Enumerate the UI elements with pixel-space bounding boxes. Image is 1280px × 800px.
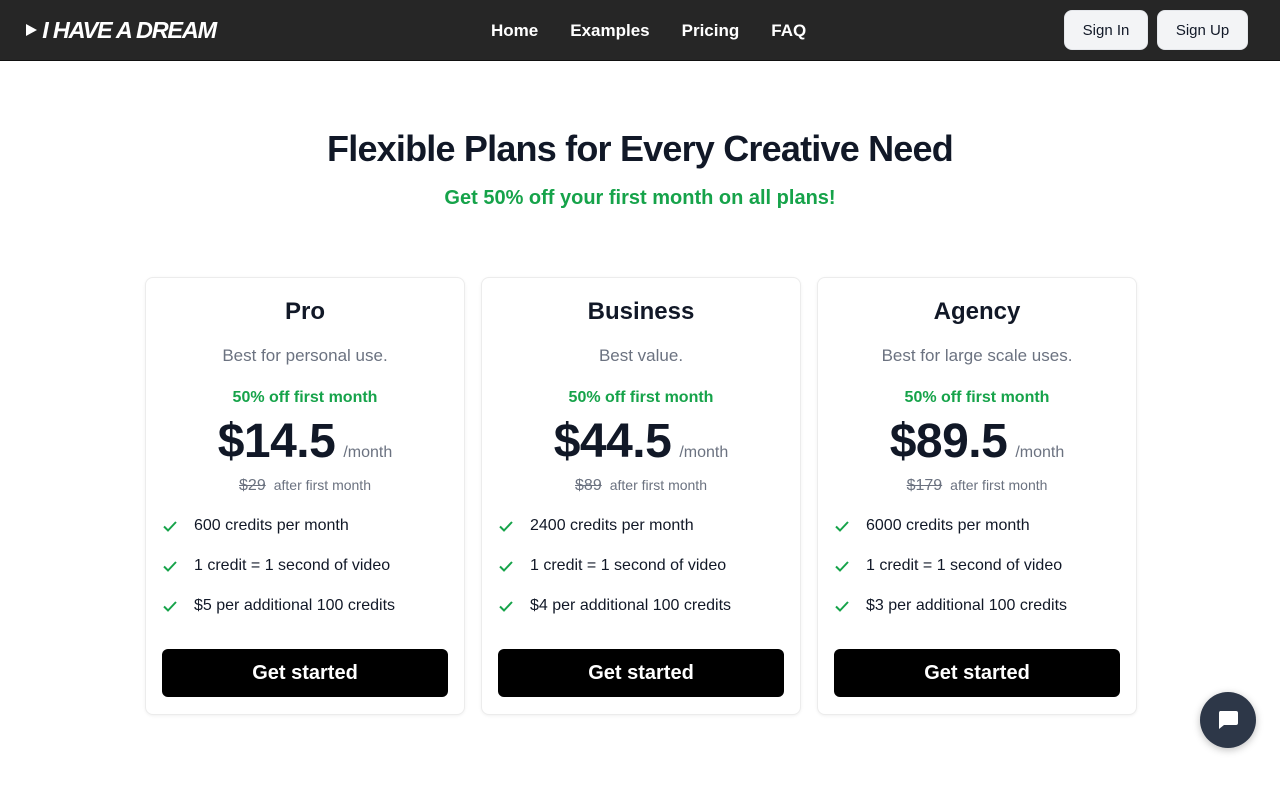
- feature-item: $4 per additional 100 credits: [498, 596, 731, 616]
- check-icon: [163, 601, 177, 612]
- plan-card-pro: Pro Best for personal use. 50% off first…: [145, 277, 465, 715]
- chat-launcher-button[interactable]: [1200, 692, 1256, 748]
- check-icon: [499, 561, 513, 572]
- plan-feature-list: 6000 credits per month 1 credit = 1 seco…: [834, 516, 1067, 636]
- plan-description: Best for large scale uses.: [881, 346, 1073, 365]
- check-icon: [499, 601, 513, 612]
- feature-item: 6000 credits per month: [834, 516, 1067, 536]
- plan-period: /month: [679, 444, 729, 461]
- plan-original-price-row: $179 after first month: [818, 477, 1136, 495]
- plan-price-row: $14.5 /month: [146, 414, 464, 469]
- plan-discount: 50% off first month: [904, 389, 1050, 406]
- check-icon: [499, 521, 513, 532]
- feature-item: 1 credit = 1 second of video: [162, 556, 395, 576]
- feature-text: $3 per additional 100 credits: [866, 597, 1068, 614]
- page-title: Flexible Plans for Every Creative Need: [327, 128, 954, 169]
- plan-period: /month: [1015, 444, 1065, 461]
- check-icon: [163, 561, 177, 572]
- nav-link-pricing[interactable]: Pricing: [682, 21, 740, 41]
- chat-bubble-icon: [1218, 711, 1238, 729]
- plan-original-price-row: $89 after first month: [482, 477, 800, 495]
- check-icon: [835, 521, 849, 532]
- check-icon: [835, 601, 849, 612]
- feature-text: 1 credit = 1 second of video: [866, 557, 1063, 574]
- feature-text: 600 credits per month: [194, 517, 349, 534]
- feature-item: 600 credits per month: [162, 516, 395, 536]
- feature-item: 2400 credits per month: [498, 516, 731, 536]
- plan-period: /month: [343, 444, 393, 461]
- feature-item: $5 per additional 100 credits: [162, 596, 395, 616]
- plan-price: $14.5: [217, 415, 336, 468]
- plan-original-price: $179: [906, 477, 943, 494]
- get-started-button-agency[interactable]: Get started: [834, 649, 1120, 697]
- nav-link-examples[interactable]: Examples: [570, 21, 649, 41]
- plan-description: Best for personal use.: [222, 346, 388, 365]
- sign-in-button[interactable]: Sign In: [1064, 10, 1148, 50]
- plan-name: Business: [587, 298, 695, 325]
- promo-subtitle: Get 50% off your first month on all plan…: [444, 187, 836, 209]
- main-nav: Home Examples Pricing FAQ: [491, 19, 806, 43]
- plan-name: Pro: [284, 298, 325, 325]
- logo[interactable]: I HAVE A DREAM: [26, 16, 217, 43]
- feature-text: $5 per additional 100 credits: [194, 597, 396, 614]
- top-navigation-bar: I HAVE A DREAM Home Examples Pricing FAQ…: [0, 0, 1280, 61]
- feature-item: 1 credit = 1 second of video: [834, 556, 1067, 576]
- plan-original-price: $89: [575, 477, 602, 494]
- feature-text: $4 per additional 100 credits: [530, 597, 732, 614]
- feature-text: 6000 credits per month: [866, 517, 1030, 534]
- plan-original-price: $29: [239, 477, 266, 494]
- plan-price-row: $44.5 /month: [482, 414, 800, 469]
- check-icon: [835, 561, 849, 572]
- plan-name: Agency: [933, 298, 1021, 325]
- plan-price: $44.5: [553, 415, 672, 468]
- feature-text: 1 credit = 1 second of video: [194, 557, 391, 574]
- plan-after-label: after first month: [950, 477, 1048, 493]
- feature-item: $3 per additional 100 credits: [834, 596, 1067, 616]
- check-icon: [163, 521, 177, 532]
- nav-link-home[interactable]: Home: [491, 21, 538, 41]
- feature-item: 1 credit = 1 second of video: [498, 556, 731, 576]
- play-icon: [26, 24, 37, 36]
- feature-text: 1 credit = 1 second of video: [530, 557, 727, 574]
- logo-wordmark: I HAVE A DREAM: [42, 16, 217, 43]
- plan-description: Best value.: [598, 346, 684, 365]
- plan-feature-list: 600 credits per month 1 credit = 1 secon…: [162, 516, 395, 636]
- plan-discount: 50% off first month: [568, 389, 714, 406]
- plan-feature-list: 2400 credits per month 1 credit = 1 seco…: [498, 516, 731, 636]
- plan-price-row: $89.5 /month: [818, 414, 1136, 469]
- get-started-button-business[interactable]: Get started: [498, 649, 784, 697]
- get-started-button-pro[interactable]: Get started: [162, 649, 448, 697]
- feature-text: 2400 credits per month: [530, 517, 694, 534]
- plan-after-label: after first month: [609, 477, 707, 493]
- plan-after-label: after first month: [273, 477, 371, 493]
- sign-up-button[interactable]: Sign Up: [1157, 10, 1248, 50]
- plan-price: $89.5: [889, 415, 1008, 468]
- plan-card-business: Business Best value. 50% off first month…: [481, 277, 801, 715]
- plan-card-agency: Agency Best for large scale uses. 50% of…: [817, 277, 1137, 715]
- nav-link-faq[interactable]: FAQ: [771, 21, 806, 41]
- plan-original-price-row: $29 after first month: [146, 477, 464, 495]
- plan-discount: 50% off first month: [232, 389, 378, 406]
